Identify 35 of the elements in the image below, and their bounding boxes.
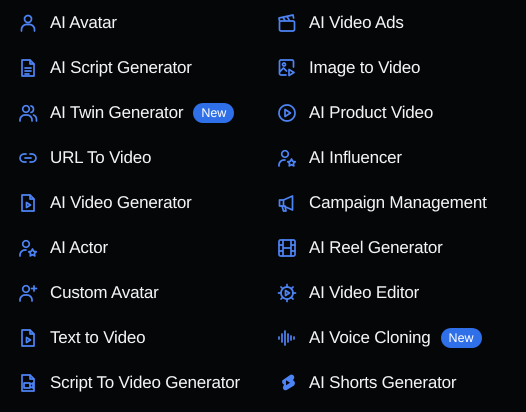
menu-item[interactable]: AI Script Generator <box>50 58 192 78</box>
menu-item[interactable]: AI Voice Cloning <box>309 328 431 348</box>
menu-item[interactable]: URL To Video <box>50 148 152 168</box>
user-star-icon <box>277 148 297 168</box>
menu-item[interactable]: AI Twin Generator <box>50 102 184 122</box>
new-badge: New <box>440 328 482 348</box>
menu-item[interactable]: Campaign Management <box>309 192 487 212</box>
clapperboard-icon <box>277 12 297 32</box>
menu-item[interactable]: Image to Video <box>309 58 420 78</box>
file-video-icon <box>18 372 38 392</box>
menu-item[interactable]: AI Influencer <box>309 148 402 168</box>
menu-item[interactable]: AI Video Ads <box>309 12 404 32</box>
menu-item[interactable]: AI Reel Generator <box>309 238 443 258</box>
gear-play-icon <box>277 282 297 302</box>
menu-item[interactable]: AI Actor <box>50 238 108 258</box>
user-plus-icon <box>18 282 38 302</box>
play-circle-icon <box>277 102 297 122</box>
film-icon <box>277 238 297 258</box>
new-badge: New <box>193 102 234 122</box>
waveform-icon <box>277 328 297 348</box>
menu-item[interactable]: AI Video Generator <box>50 192 192 212</box>
menu-item[interactable]: AI Avatar <box>50 12 117 32</box>
menu-item[interactable]: AI Shorts Generator <box>309 372 456 392</box>
image-play-icon <box>277 58 297 78</box>
document-icon <box>18 58 38 78</box>
video-file-icon <box>18 192 38 212</box>
video-file-icon <box>18 328 38 348</box>
menu-item[interactable]: Script To Video Generator <box>50 372 240 392</box>
menu-item[interactable]: AI Product Video <box>309 102 434 122</box>
users-icon <box>18 102 38 122</box>
user-icon <box>18 12 38 32</box>
menu-item[interactable]: Text to Video <box>50 328 146 348</box>
user-star-icon <box>18 238 38 258</box>
menu-item[interactable]: AI Video Editor <box>309 282 420 302</box>
menu-item[interactable]: Custom Avatar <box>50 282 159 302</box>
